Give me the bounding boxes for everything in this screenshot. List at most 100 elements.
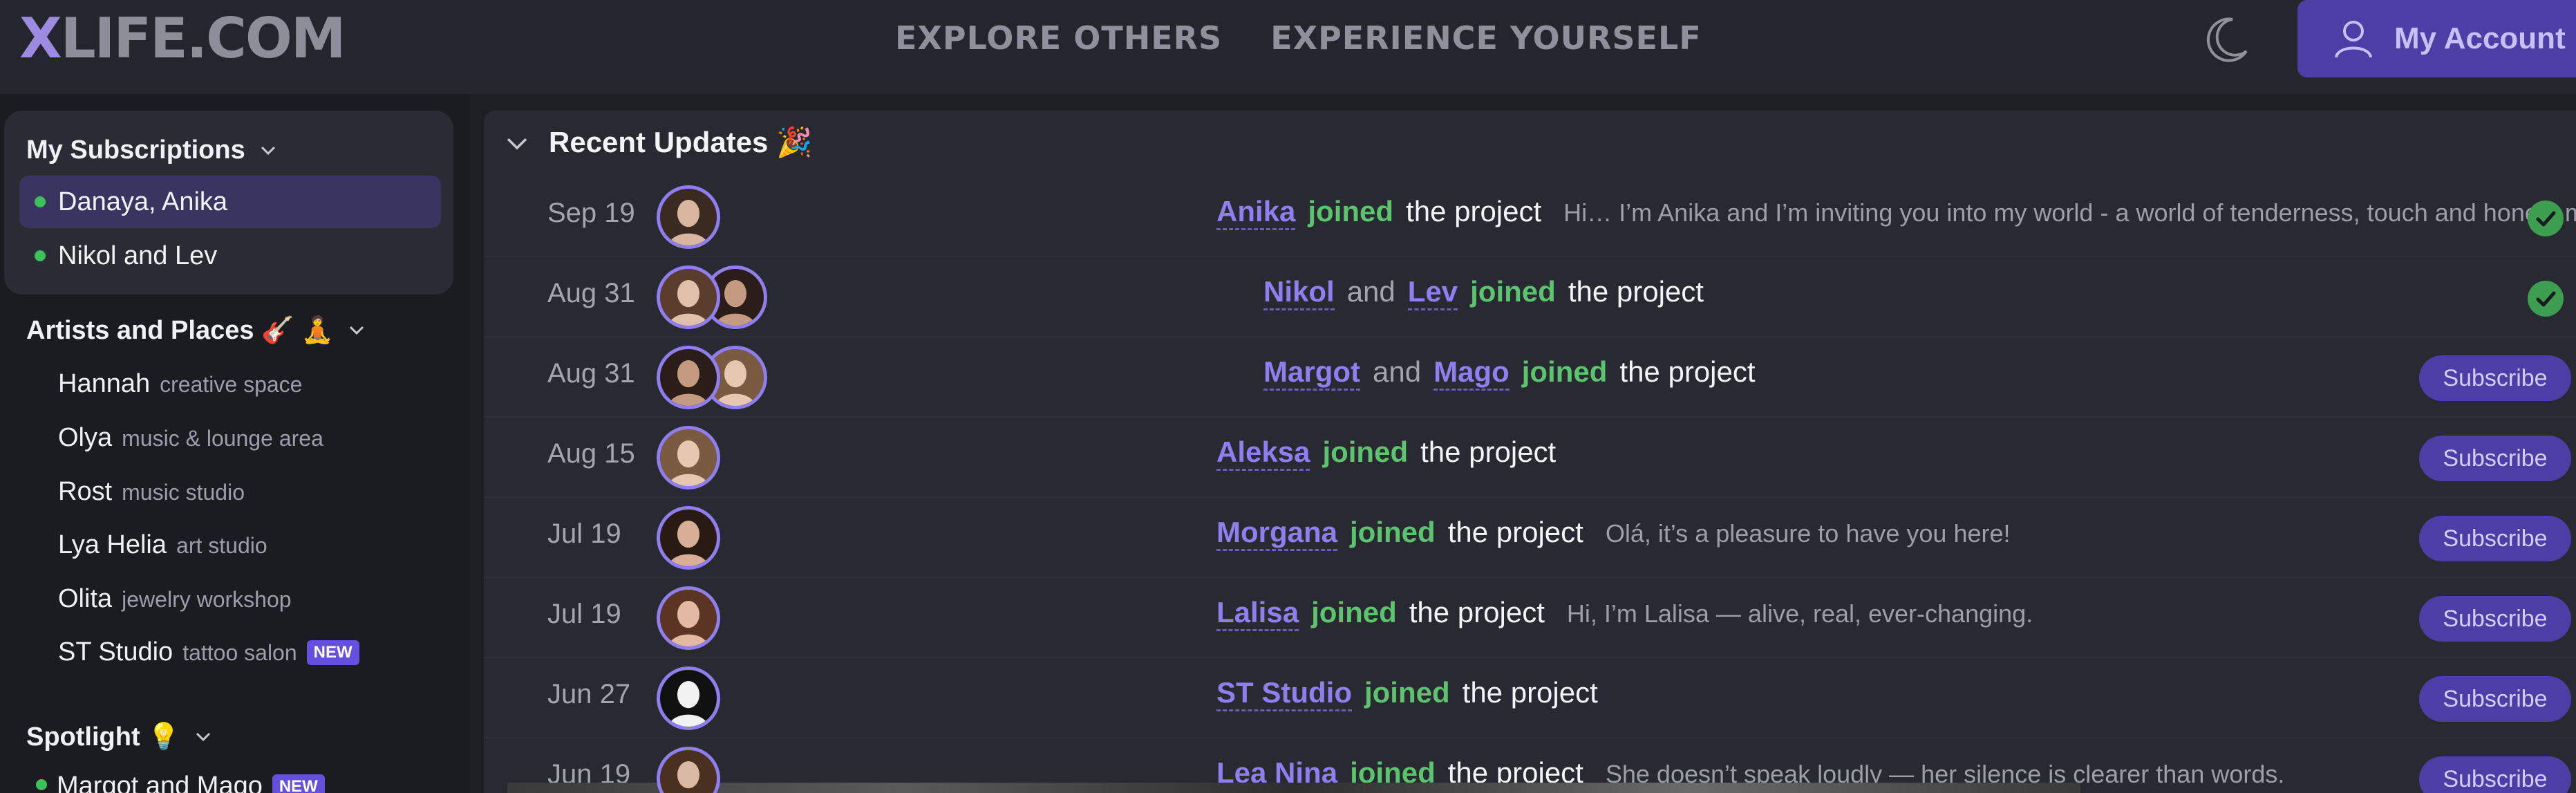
check-icon <box>2528 281 2564 317</box>
sidebar: My Subscriptions Danaya, Anika Nikol and… <box>0 94 470 793</box>
update-text: ST Studio joined the project <box>1216 676 1598 711</box>
update-date: Jul 19 <box>547 519 621 549</box>
update-row: Sep 19 Anika joined the project Hi… I’m Anik… <box>484 177 2576 257</box>
and-word: and <box>1373 355 1422 388</box>
artist-name-link[interactable]: Margot <box>1263 355 1360 391</box>
place-item-rost[interactable]: Rost music studio <box>58 477 245 519</box>
recent-updates-panel: Recent Updates 🎉 Sep 19 Anika joined the pr… <box>484 111 2576 793</box>
recent-updates-header[interactable]: Recent Updates 🎉 <box>503 126 812 160</box>
joined-word: joined <box>1364 676 1450 709</box>
subscribe-button[interactable]: Subscribe <box>2419 355 2571 401</box>
chevron-down-icon <box>196 732 210 742</box>
spotlight-item[interactable]: Margot and Mago NEW <box>36 772 325 793</box>
place-desc: tattoo salon <box>182 640 297 665</box>
place-desc: art studio <box>176 533 267 558</box>
artist-name-link[interactable]: Anika <box>1216 195 1296 230</box>
check-icon <box>2528 200 2564 236</box>
project-word: the project <box>1462 676 1598 709</box>
joined-word: joined <box>1470 275 1556 308</box>
joined-word: joined <box>1308 195 1394 227</box>
place-desc: music & lounge area <box>122 426 323 451</box>
place-item-lya-helia[interactable]: Lya Helia art studio <box>58 530 267 572</box>
artist-name-link[interactable]: ST Studio <box>1216 676 1352 711</box>
subscriptions-title: My Subscriptions <box>26 136 245 165</box>
nav-explore-others[interactable]: EXPLORE OTHERS <box>895 19 1222 57</box>
update-row: Aug 31 Margot and Mago joined the project Subs… <box>484 337 2576 418</box>
artist-name-link[interactable]: Aleksa <box>1216 436 1310 471</box>
place-name: Olya <box>58 423 113 452</box>
avatar[interactable] <box>657 265 720 329</box>
joined-word: joined <box>1521 355 1608 388</box>
avatar[interactable] <box>657 346 720 409</box>
subscribe-button[interactable]: Subscribe <box>2419 436 2571 481</box>
update-row: Jun 27 ST Studio joined the project Subscrib… <box>484 658 2576 738</box>
update-text: Aleksa joined the project <box>1216 436 1556 471</box>
artist-name-link[interactable]: Lev <box>1407 275 1458 310</box>
online-dot <box>35 250 46 261</box>
spotlight-header[interactable]: Spotlight 💡 <box>26 722 215 752</box>
moon-icon[interactable] <box>2198 12 2253 68</box>
avatar[interactable] <box>657 586 720 650</box>
artists-places-header[interactable]: Artists and Places 🎸 🧘 <box>26 315 368 346</box>
logo-text: LIFE.COM <box>60 6 346 71</box>
my-account-button[interactable]: My Account <box>2297 0 2576 77</box>
site-logo[interactable]: XLIFE.COM <box>19 4 346 73</box>
update-date: Sep 19 <box>547 198 635 228</box>
place-name: Hannah <box>58 369 151 398</box>
artist-name-link[interactable]: Nikol <box>1263 275 1335 310</box>
project-word: the project <box>1568 275 1704 308</box>
update-row: Jul 19 Lalisa joined the project Hi, I’m Lal… <box>484 578 2576 658</box>
place-desc: music studio <box>122 480 245 505</box>
subscription-item[interactable]: Nikol and Lev <box>19 230 441 282</box>
place-name: ST Studio <box>58 637 173 666</box>
subscription-item[interactable]: Danaya, Anika <box>19 176 441 228</box>
nav-experience-yourself[interactable]: EXPERIENCE YOURSELF <box>1270 19 1702 57</box>
main-nav: EXPLORE OTHERS EXPERIENCE YOURSELF <box>895 15 1702 61</box>
update-date: Jul 19 <box>547 599 621 629</box>
joined-word: joined <box>1311 596 1397 628</box>
subscribe-button[interactable]: Subscribe <box>2419 756 2571 793</box>
update-message: Olá, it’s a pleasure to have you here! <box>1605 519 2011 548</box>
new-badge: NEW <box>272 774 325 793</box>
place-item-olya[interactable]: Olya music & lounge area <box>58 423 323 465</box>
subscriptions-panel: My Subscriptions Danaya, Anika Nikol and… <box>4 111 453 295</box>
artist-name-link[interactable]: Mago <box>1433 355 1510 391</box>
place-item-olita[interactable]: Olita jewelry workshop <box>58 584 292 626</box>
update-date: Jun 27 <box>547 679 631 709</box>
my-account-label: My Account <box>2394 21 2566 55</box>
place-desc: creative space <box>160 372 303 397</box>
update-text: Morgana joined the project Olá, it’s a plea… <box>1216 516 2011 551</box>
joined-word: joined <box>1350 516 1436 548</box>
place-item-st-studio[interactable]: ST Studio tattoo salon NEW <box>58 637 359 679</box>
avatar[interactable] <box>657 185 720 249</box>
avatar[interactable] <box>657 506 720 570</box>
subscribe-button[interactable]: Subscribe <box>2419 516 2571 561</box>
place-name: Lya Helia <box>58 530 167 559</box>
artist-name-link[interactable]: Lalisa <box>1216 596 1299 631</box>
update-date: Aug 15 <box>547 438 635 469</box>
top-header: XLIFE.COM EXPLORE OTHERS EXPERIENCE YOUR… <box>0 0 2576 94</box>
chevron-down-icon <box>261 146 275 155</box>
video-preview-strip <box>507 783 2080 793</box>
avatar[interactable] <box>657 747 720 793</box>
subscriptions-header[interactable]: My Subscriptions <box>26 136 280 165</box>
spotlight-name: Margot and Mago <box>57 772 263 793</box>
avatar[interactable] <box>657 666 720 730</box>
project-word: the project <box>1447 516 1583 548</box>
place-item-hannah[interactable]: Hannah creative space <box>58 369 302 411</box>
project-word: the project <box>1409 596 1545 628</box>
joined-word: joined <box>1322 436 1409 468</box>
update-row: Aug 31 Nikol and Lev joined the project <box>484 257 2576 337</box>
update-row: Aug 15 Aleksa joined the project Subscribe <box>484 418 2576 498</box>
update-text: Lalisa joined the project Hi, I’m Lalisa — … <box>1216 596 2033 631</box>
artist-name-link[interactable]: Morgana <box>1216 516 1338 551</box>
online-dot <box>36 779 47 790</box>
avatar[interactable] <box>657 426 720 489</box>
online-dot <box>35 196 46 207</box>
recent-updates-title: Recent Updates 🎉 <box>549 126 813 158</box>
subscription-label: Nikol and Lev <box>58 241 218 270</box>
subscribe-button[interactable]: Subscribe <box>2419 596 2571 642</box>
chevron-down-icon <box>350 326 364 335</box>
project-word: the project <box>1406 195 1542 227</box>
subscribe-button[interactable]: Subscribe <box>2419 676 2571 722</box>
